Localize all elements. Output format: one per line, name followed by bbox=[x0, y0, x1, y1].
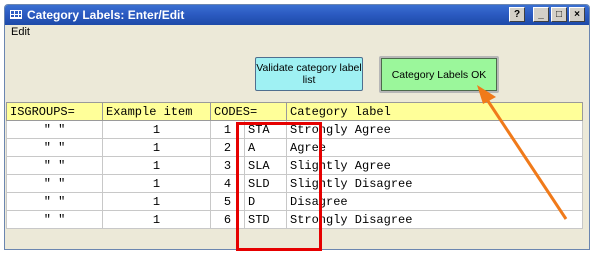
header-isgroups: ISGROUPS= bbox=[6, 102, 103, 121]
close-button[interactable]: × bbox=[569, 7, 585, 22]
table-row: " " 1 4 SLD Slightly Disagree bbox=[6, 174, 583, 193]
cell-code-abbr[interactable]: STD bbox=[244, 210, 287, 229]
cell-isgroups[interactable]: " " bbox=[6, 120, 103, 139]
cell-code-abbr[interactable]: STA bbox=[244, 120, 287, 139]
table-icon bbox=[10, 10, 22, 19]
help-button[interactable]: ? bbox=[509, 7, 525, 22]
maximize-button[interactable]: □ bbox=[551, 7, 567, 22]
window-controls: ? _ □ × bbox=[509, 7, 585, 22]
cell-isgroups[interactable]: " " bbox=[6, 156, 103, 175]
menu-edit[interactable]: Edit bbox=[11, 26, 30, 38]
cell-category-label[interactable]: Disagree bbox=[286, 192, 583, 211]
cell-code[interactable]: 2 bbox=[210, 138, 245, 157]
cell-isgroups[interactable]: " " bbox=[6, 210, 103, 229]
category-labels-table: ISGROUPS= Example item CODES= Category l… bbox=[6, 102, 583, 229]
title-bar[interactable]: Category Labels: Enter/Edit ? _ □ × bbox=[5, 5, 589, 25]
table-row: " " 1 6 STD Strongly Disagree bbox=[6, 210, 583, 229]
header-codes: CODES= bbox=[210, 102, 287, 121]
table-row: " " 1 1 STA Strongly Agree bbox=[6, 120, 583, 139]
cell-isgroups[interactable]: " " bbox=[6, 138, 103, 157]
window-title: Category Labels: Enter/Edit bbox=[27, 8, 185, 22]
cell-example-item[interactable]: 1 bbox=[102, 192, 211, 211]
cell-code[interactable]: 3 bbox=[210, 156, 245, 175]
table-row: " " 1 5 D Disagree bbox=[6, 192, 583, 211]
cell-code[interactable]: 5 bbox=[210, 192, 245, 211]
cell-category-label[interactable]: Strongly Disagree bbox=[286, 210, 583, 229]
table-row: " " 1 2 A Agree bbox=[6, 138, 583, 157]
category-labels-ok-button[interactable]: Category Labels OK bbox=[379, 56, 499, 93]
cell-code[interactable]: 4 bbox=[210, 174, 245, 193]
cell-example-item[interactable]: 1 bbox=[102, 210, 211, 229]
menu-bar: Edit bbox=[5, 25, 589, 41]
cell-isgroups[interactable]: " " bbox=[6, 192, 103, 211]
cell-example-item[interactable]: 1 bbox=[102, 174, 211, 193]
minimize-button[interactable]: _ bbox=[533, 7, 549, 22]
table-header-row: ISGROUPS= Example item CODES= Category l… bbox=[6, 102, 583, 121]
cell-example-item[interactable]: 1 bbox=[102, 138, 211, 157]
cell-example-item[interactable]: 1 bbox=[102, 156, 211, 175]
cell-code-abbr[interactable]: SLA bbox=[244, 156, 287, 175]
cell-example-item[interactable]: 1 bbox=[102, 120, 211, 139]
cell-category-label[interactable]: Slightly Agree bbox=[286, 156, 583, 175]
cell-category-label[interactable]: Strongly Agree bbox=[286, 120, 583, 139]
cell-isgroups[interactable]: " " bbox=[6, 174, 103, 193]
cell-code[interactable]: 6 bbox=[210, 210, 245, 229]
cell-code-abbr[interactable]: SLD bbox=[244, 174, 287, 193]
cell-code-abbr[interactable]: A bbox=[244, 138, 287, 157]
cell-code-abbr[interactable]: D bbox=[244, 192, 287, 211]
table-row: " " 1 3 SLA Slightly Agree bbox=[6, 156, 583, 175]
header-example-item: Example item bbox=[102, 102, 211, 121]
header-category-label: Category label bbox=[286, 102, 583, 121]
validate-category-label-list-button[interactable]: Validate category label list bbox=[255, 57, 363, 91]
cell-category-label[interactable]: Agree bbox=[286, 138, 583, 157]
cell-code[interactable]: 1 bbox=[210, 120, 245, 139]
cell-category-label[interactable]: Slightly Disagree bbox=[286, 174, 583, 193]
